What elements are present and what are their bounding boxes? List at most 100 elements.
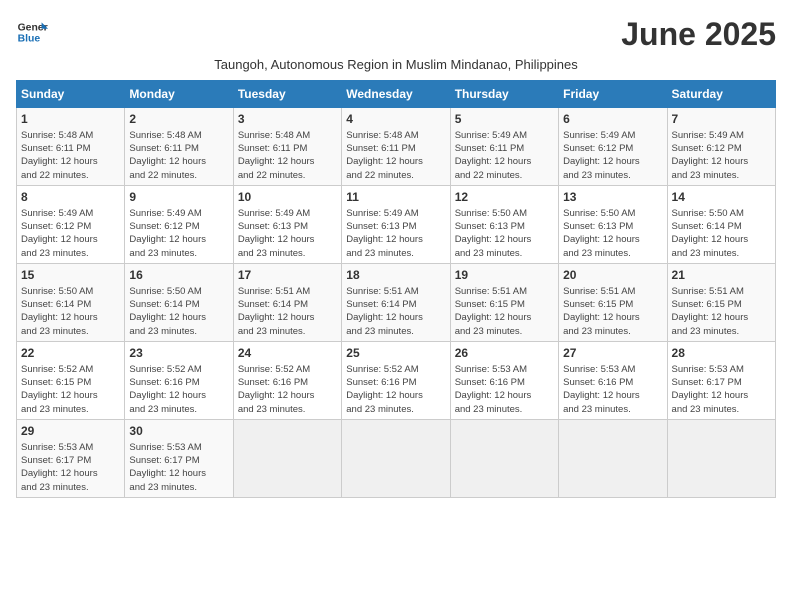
day-header-friday: Friday bbox=[559, 81, 667, 108]
day-number: 25 bbox=[346, 345, 445, 362]
calendar-cell: 3Sunrise: 5:48 AM Sunset: 6:11 PM Daylig… bbox=[233, 108, 341, 186]
calendar-cell: 30Sunrise: 5:53 AM Sunset: 6:17 PM Dayli… bbox=[125, 419, 233, 497]
week-row-1: 8Sunrise: 5:49 AM Sunset: 6:12 PM Daylig… bbox=[17, 185, 776, 263]
day-header-wednesday: Wednesday bbox=[342, 81, 450, 108]
calendar-cell: 22Sunrise: 5:52 AM Sunset: 6:15 PM Dayli… bbox=[17, 341, 125, 419]
calendar-cell: 16Sunrise: 5:50 AM Sunset: 6:14 PM Dayli… bbox=[125, 263, 233, 341]
calendar-body: 1Sunrise: 5:48 AM Sunset: 6:11 PM Daylig… bbox=[17, 108, 776, 498]
day-number: 5 bbox=[455, 111, 554, 128]
day-number: 16 bbox=[129, 267, 228, 284]
calendar-cell: 25Sunrise: 5:52 AM Sunset: 6:16 PM Dayli… bbox=[342, 341, 450, 419]
day-number: 6 bbox=[563, 111, 662, 128]
week-row-3: 22Sunrise: 5:52 AM Sunset: 6:15 PM Dayli… bbox=[17, 341, 776, 419]
day-info: Sunrise: 5:50 AM Sunset: 6:14 PM Dayligh… bbox=[129, 285, 228, 338]
calendar-cell: 13Sunrise: 5:50 AM Sunset: 6:13 PM Dayli… bbox=[559, 185, 667, 263]
day-info: Sunrise: 5:50 AM Sunset: 6:13 PM Dayligh… bbox=[563, 207, 662, 260]
day-number: 9 bbox=[129, 189, 228, 206]
day-header-tuesday: Tuesday bbox=[233, 81, 341, 108]
day-number: 29 bbox=[21, 423, 120, 440]
day-number: 30 bbox=[129, 423, 228, 440]
calendar-cell: 7Sunrise: 5:49 AM Sunset: 6:12 PM Daylig… bbox=[667, 108, 775, 186]
calendar-cell bbox=[233, 419, 341, 497]
calendar-cell: 12Sunrise: 5:50 AM Sunset: 6:13 PM Dayli… bbox=[450, 185, 558, 263]
calendar-cell: 18Sunrise: 5:51 AM Sunset: 6:14 PM Dayli… bbox=[342, 263, 450, 341]
week-row-4: 29Sunrise: 5:53 AM Sunset: 6:17 PM Dayli… bbox=[17, 419, 776, 497]
day-number: 2 bbox=[129, 111, 228, 128]
day-header-monday: Monday bbox=[125, 81, 233, 108]
day-info: Sunrise: 5:48 AM Sunset: 6:11 PM Dayligh… bbox=[238, 129, 337, 182]
day-number: 10 bbox=[238, 189, 337, 206]
calendar-cell: 5Sunrise: 5:49 AM Sunset: 6:11 PM Daylig… bbox=[450, 108, 558, 186]
day-number: 13 bbox=[563, 189, 662, 206]
calendar-cell: 2Sunrise: 5:48 AM Sunset: 6:11 PM Daylig… bbox=[125, 108, 233, 186]
logo-icon: General Blue bbox=[16, 16, 48, 48]
calendar-cell bbox=[450, 419, 558, 497]
calendar-header-row: SundayMondayTuesdayWednesdayThursdayFrid… bbox=[17, 81, 776, 108]
header: General Blue June 2025 bbox=[16, 16, 776, 53]
day-number: 12 bbox=[455, 189, 554, 206]
day-number: 21 bbox=[672, 267, 771, 284]
day-info: Sunrise: 5:49 AM Sunset: 6:12 PM Dayligh… bbox=[21, 207, 120, 260]
day-info: Sunrise: 5:50 AM Sunset: 6:13 PM Dayligh… bbox=[455, 207, 554, 260]
day-info: Sunrise: 5:53 AM Sunset: 6:17 PM Dayligh… bbox=[21, 441, 120, 494]
calendar-cell: 9Sunrise: 5:49 AM Sunset: 6:12 PM Daylig… bbox=[125, 185, 233, 263]
day-info: Sunrise: 5:48 AM Sunset: 6:11 PM Dayligh… bbox=[21, 129, 120, 182]
week-row-2: 15Sunrise: 5:50 AM Sunset: 6:14 PM Dayli… bbox=[17, 263, 776, 341]
calendar-cell: 27Sunrise: 5:53 AM Sunset: 6:16 PM Dayli… bbox=[559, 341, 667, 419]
calendar-cell: 10Sunrise: 5:49 AM Sunset: 6:13 PM Dayli… bbox=[233, 185, 341, 263]
calendar-cell: 8Sunrise: 5:49 AM Sunset: 6:12 PM Daylig… bbox=[17, 185, 125, 263]
calendar-cell bbox=[342, 419, 450, 497]
day-info: Sunrise: 5:51 AM Sunset: 6:14 PM Dayligh… bbox=[346, 285, 445, 338]
logo: General Blue bbox=[16, 16, 48, 48]
calendar-cell: 6Sunrise: 5:49 AM Sunset: 6:12 PM Daylig… bbox=[559, 108, 667, 186]
calendar-cell: 28Sunrise: 5:53 AM Sunset: 6:17 PM Dayli… bbox=[667, 341, 775, 419]
subtitle: Taungoh, Autonomous Region in Muslim Min… bbox=[16, 57, 776, 72]
day-number: 8 bbox=[21, 189, 120, 206]
calendar-cell: 23Sunrise: 5:52 AM Sunset: 6:16 PM Dayli… bbox=[125, 341, 233, 419]
day-info: Sunrise: 5:51 AM Sunset: 6:15 PM Dayligh… bbox=[672, 285, 771, 338]
day-number: 18 bbox=[346, 267, 445, 284]
day-info: Sunrise: 5:49 AM Sunset: 6:12 PM Dayligh… bbox=[563, 129, 662, 182]
day-header-thursday: Thursday bbox=[450, 81, 558, 108]
day-info: Sunrise: 5:51 AM Sunset: 6:15 PM Dayligh… bbox=[563, 285, 662, 338]
calendar-cell: 29Sunrise: 5:53 AM Sunset: 6:17 PM Dayli… bbox=[17, 419, 125, 497]
day-number: 1 bbox=[21, 111, 120, 128]
calendar-cell: 17Sunrise: 5:51 AM Sunset: 6:14 PM Dayli… bbox=[233, 263, 341, 341]
day-info: Sunrise: 5:51 AM Sunset: 6:15 PM Dayligh… bbox=[455, 285, 554, 338]
calendar-cell: 4Sunrise: 5:48 AM Sunset: 6:11 PM Daylig… bbox=[342, 108, 450, 186]
calendar-cell: 1Sunrise: 5:48 AM Sunset: 6:11 PM Daylig… bbox=[17, 108, 125, 186]
calendar-cell bbox=[667, 419, 775, 497]
day-number: 15 bbox=[21, 267, 120, 284]
day-number: 20 bbox=[563, 267, 662, 284]
calendar-cell: 21Sunrise: 5:51 AM Sunset: 6:15 PM Dayli… bbox=[667, 263, 775, 341]
calendar-table: SundayMondayTuesdayWednesdayThursdayFrid… bbox=[16, 80, 776, 498]
day-number: 26 bbox=[455, 345, 554, 362]
day-number: 28 bbox=[672, 345, 771, 362]
day-number: 24 bbox=[238, 345, 337, 362]
day-number: 4 bbox=[346, 111, 445, 128]
day-info: Sunrise: 5:49 AM Sunset: 6:12 PM Dayligh… bbox=[672, 129, 771, 182]
day-info: Sunrise: 5:52 AM Sunset: 6:16 PM Dayligh… bbox=[346, 363, 445, 416]
day-info: Sunrise: 5:49 AM Sunset: 6:13 PM Dayligh… bbox=[346, 207, 445, 260]
calendar-cell: 24Sunrise: 5:52 AM Sunset: 6:16 PM Dayli… bbox=[233, 341, 341, 419]
calendar-cell bbox=[559, 419, 667, 497]
day-info: Sunrise: 5:52 AM Sunset: 6:15 PM Dayligh… bbox=[21, 363, 120, 416]
day-info: Sunrise: 5:53 AM Sunset: 6:17 PM Dayligh… bbox=[672, 363, 771, 416]
calendar-cell: 20Sunrise: 5:51 AM Sunset: 6:15 PM Dayli… bbox=[559, 263, 667, 341]
day-number: 7 bbox=[672, 111, 771, 128]
day-info: Sunrise: 5:52 AM Sunset: 6:16 PM Dayligh… bbox=[238, 363, 337, 416]
day-header-sunday: Sunday bbox=[17, 81, 125, 108]
day-number: 19 bbox=[455, 267, 554, 284]
day-info: Sunrise: 5:53 AM Sunset: 6:16 PM Dayligh… bbox=[455, 363, 554, 416]
day-info: Sunrise: 5:49 AM Sunset: 6:11 PM Dayligh… bbox=[455, 129, 554, 182]
day-header-saturday: Saturday bbox=[667, 81, 775, 108]
day-number: 14 bbox=[672, 189, 771, 206]
day-info: Sunrise: 5:49 AM Sunset: 6:13 PM Dayligh… bbox=[238, 207, 337, 260]
day-info: Sunrise: 5:49 AM Sunset: 6:12 PM Dayligh… bbox=[129, 207, 228, 260]
day-number: 11 bbox=[346, 189, 445, 206]
day-info: Sunrise: 5:48 AM Sunset: 6:11 PM Dayligh… bbox=[346, 129, 445, 182]
day-info: Sunrise: 5:50 AM Sunset: 6:14 PM Dayligh… bbox=[21, 285, 120, 338]
day-number: 22 bbox=[21, 345, 120, 362]
calendar-cell: 15Sunrise: 5:50 AM Sunset: 6:14 PM Dayli… bbox=[17, 263, 125, 341]
day-info: Sunrise: 5:48 AM Sunset: 6:11 PM Dayligh… bbox=[129, 129, 228, 182]
